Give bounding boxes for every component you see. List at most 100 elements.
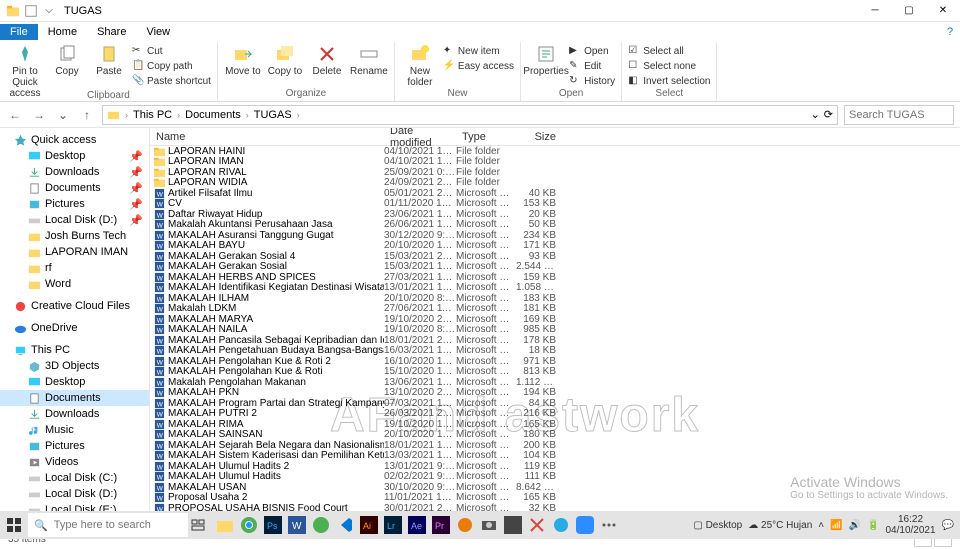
nav-josh[interactable]: Josh Burns Tech (0, 228, 149, 244)
share-tab[interactable]: Share (87, 24, 136, 40)
app-vscode[interactable] (334, 514, 356, 536)
new-item-button[interactable]: ✦New item (443, 44, 514, 58)
nav-documents2[interactable]: Documents (0, 390, 149, 406)
refresh-icon[interactable]: ⟳ (824, 108, 833, 121)
file-row[interactable]: WMAKALAH BAYU20/10/2020 16:45Microsoft W… (150, 241, 960, 252)
file-row[interactable]: WMAKALAH Gerakan Sosial15/03/2021 17:35M… (150, 262, 960, 273)
file-row[interactable]: LAPORAN WIDIA24/09/2021 21:54File folder (150, 178, 960, 189)
select-all-button[interactable]: ☑Select all (628, 44, 710, 58)
task-view-button[interactable] (188, 514, 210, 536)
start-button[interactable] (0, 511, 28, 539)
app-ps[interactable]: Ps (262, 514, 284, 536)
app-zoom[interactable] (574, 514, 596, 536)
nav-desktop2[interactable]: Desktop (0, 374, 149, 390)
tray-weather[interactable]: ☁ 25°C Hujan (748, 520, 812, 531)
nav-downloads2[interactable]: Downloads (0, 406, 149, 422)
nav-3dobjects[interactable]: 3D Objects (0, 358, 149, 374)
open-button[interactable]: ▶Open (569, 44, 615, 58)
pin-quick-access-button[interactable]: Pin to Quick access (6, 44, 44, 99)
file-row[interactable]: LAPORAN HAINI04/10/2021 13:42File folder (150, 146, 960, 157)
app-dots[interactable] (598, 514, 620, 536)
file-row[interactable]: WMAKALAH Pengolahan Kue & Roti 216/10/20… (150, 356, 960, 367)
col-size[interactable]: Size (516, 131, 562, 143)
tray-up-icon[interactable]: ˄ (818, 520, 824, 531)
file-row[interactable]: WMAKALAH PKN13/10/2020 23:02Microsoft Wo… (150, 388, 960, 399)
file-row[interactable]: WCV01/11/2020 13:36Microsoft Word D...15… (150, 199, 960, 210)
search-input[interactable] (844, 105, 954, 125)
file-tab[interactable]: File (0, 24, 38, 40)
nav-onedrive[interactable]: OneDrive (0, 320, 149, 336)
close-button[interactable]: ✕ (926, 0, 960, 22)
file-row[interactable]: WMAKALAH NAILA19/10/2020 8:29Microsoft W… (150, 325, 960, 336)
tray-sound-icon[interactable]: 🔊 (849, 520, 861, 531)
app-explorer[interactable] (214, 514, 236, 536)
nav-localc[interactable]: Local Disk (C:) (0, 470, 149, 486)
app-pr[interactable]: Pr (430, 514, 452, 536)
properties-button[interactable]: Properties (527, 44, 565, 77)
up-button[interactable]: ↑ (78, 106, 96, 124)
file-row[interactable]: WMAKALAH Gerakan Sosial 415/03/2021 21:5… (150, 251, 960, 262)
app-blender[interactable] (454, 514, 476, 536)
invert-selection-button[interactable]: ◧Invert selection (628, 74, 710, 88)
file-row[interactable]: LAPORAN IMAN04/10/2021 13:42File folder (150, 157, 960, 168)
nav-rf[interactable]: rf (0, 260, 149, 276)
rename-button[interactable]: Rename (350, 44, 388, 77)
app-camera[interactable] (478, 514, 500, 536)
copy-button[interactable]: Copy (48, 44, 86, 77)
tray-battery-icon[interactable]: 🔋 (867, 520, 879, 531)
minimize-button[interactable]: ─ (858, 0, 892, 22)
history-button[interactable]: ↻History (569, 74, 615, 88)
tray-wifi-icon[interactable]: 📶 (830, 520, 842, 531)
delete-button[interactable]: Delete (308, 44, 346, 77)
file-row[interactable]: WMAKALAH Ulumul Hadits 213/01/2021 9:28M… (150, 461, 960, 472)
copy-to-button[interactable]: Copy to (266, 44, 304, 77)
file-row[interactable]: WMAKALAH Sejarah Bela Negara dan Nasiona… (150, 440, 960, 451)
edit-button[interactable]: ✎Edit (569, 59, 615, 73)
file-row[interactable]: WDaftar Riwayat Hidup23/06/2021 19:12Mic… (150, 209, 960, 220)
taskbar-search[interactable]: 🔍Type here to search (28, 513, 188, 537)
file-row[interactable]: WMAKALAH Identifikasi Kegiatan Destinasi… (150, 283, 960, 294)
file-row[interactable]: WMAKALAH HERBS AND SPICES27/03/2021 17:3… (150, 272, 960, 283)
nav-quick-access[interactable]: Quick access (0, 132, 149, 148)
nav-desktop[interactable]: Desktop📌 (0, 148, 149, 164)
recent-dropdown[interactable]: ⌄ (54, 106, 72, 124)
app-ai[interactable]: Ai (358, 514, 380, 536)
file-row[interactable]: WMakalah LDKM27/06/2021 11:24Microsoft W… (150, 304, 960, 315)
nav-ccf[interactable]: Creative Cloud Files (0, 298, 149, 314)
tray-desktop-label[interactable]: ▢ Desktop (693, 520, 742, 531)
nav-downloads[interactable]: Downloads📌 (0, 164, 149, 180)
paste-button[interactable]: Paste (90, 44, 128, 77)
nav-documents[interactable]: Documents📌 (0, 180, 149, 196)
col-name[interactable]: Name (150, 131, 384, 143)
nav-pictures2[interactable]: Pictures (0, 438, 149, 454)
file-row[interactable]: WMAKALAH Sistem Kaderisasi dan Pemilihan… (150, 451, 960, 462)
file-row[interactable]: WArtikel Filsafat Ilmu05/01/2021 22:04Mi… (150, 188, 960, 199)
file-row[interactable]: WMakalah Akuntansi Perusahaan Jasa26/06/… (150, 220, 960, 231)
nav-videos[interactable]: Videos (0, 454, 149, 470)
paste-shortcut-button[interactable]: 📎Paste shortcut (132, 74, 211, 88)
nav-laporan[interactable]: LAPORAN IMAN (0, 244, 149, 260)
home-tab[interactable]: Home (38, 24, 87, 40)
maximize-button[interactable]: ▢ (892, 0, 926, 22)
file-row[interactable]: WMAKALAH RIMA19/10/2020 10:11Microsoft W… (150, 419, 960, 430)
breadcrumb[interactable]: › This PC› Documents› TUGAS› ⌄ ⟳ (102, 105, 838, 125)
cut-button[interactable]: ✂Cut (132, 44, 211, 58)
app-green[interactable] (310, 514, 332, 536)
app-snagit[interactable] (550, 514, 572, 536)
forward-button[interactable]: → (30, 106, 48, 124)
addr-dropdown-icon[interactable]: ⌄ (811, 108, 820, 121)
nav-locald2[interactable]: Local Disk (D:) (0, 486, 149, 502)
file-row[interactable]: WMAKALAH Pancasila Sebagai Kepribadian d… (150, 335, 960, 346)
easy-access-button[interactable]: ⚡Easy access (443, 59, 514, 73)
file-row[interactable]: WMAKALAH SAINSAN20/10/2020 16:06Microsof… (150, 430, 960, 441)
col-type[interactable]: Type (456, 131, 516, 143)
move-to-button[interactable]: Move to (224, 44, 262, 77)
help-button[interactable]: ? (940, 26, 960, 38)
app-word[interactable]: W (286, 514, 308, 536)
nav-music[interactable]: Music (0, 422, 149, 438)
copy-path-button[interactable]: 📋Copy path (132, 59, 211, 73)
crumb-thispc[interactable]: This PC (133, 109, 172, 121)
app-x[interactable] (502, 514, 524, 536)
nav-word[interactable]: Word (0, 276, 149, 292)
file-row[interactable]: WMAKALAH PUTRI 226/03/2021 20:50Microsof… (150, 409, 960, 420)
